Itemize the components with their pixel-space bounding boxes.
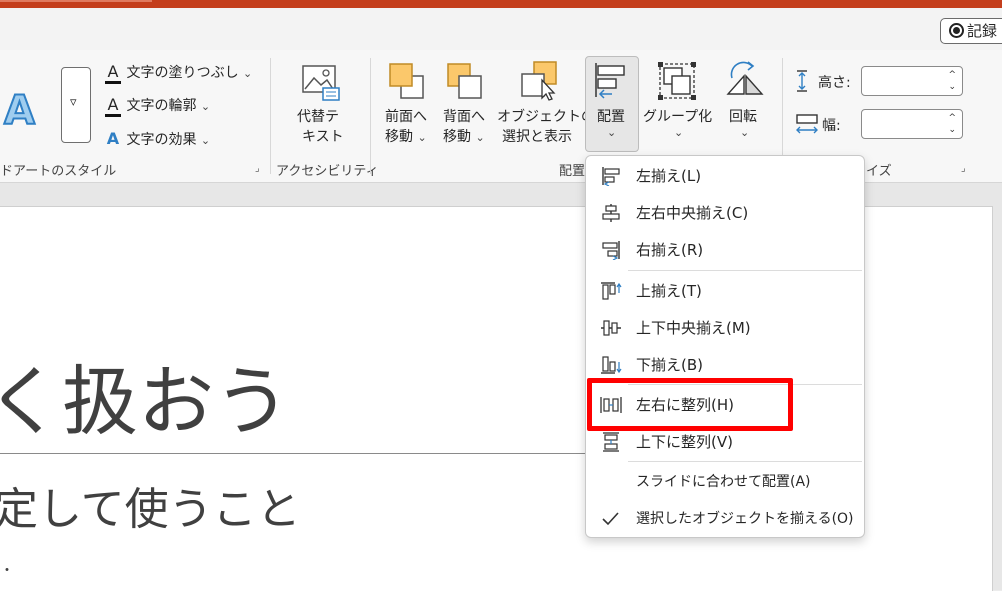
ribbon-tabs-area <box>0 8 1002 50</box>
align-right-icon <box>602 241 620 260</box>
width-label: 幅: <box>822 118 841 134</box>
bring-forward-label-1: 前面へ <box>385 109 427 125</box>
chevron-down-icon: ⌄ <box>740 126 750 139</box>
rotate-label: 回転 <box>729 109 757 125</box>
dialog-launcher-icon[interactable]: ⌟ <box>961 163 966 174</box>
alt-text-icon <box>302 65 340 101</box>
send-backward-label-1: 背面へ <box>443 109 485 125</box>
menu-item-align-to-slide[interactable]: スライドに合わせて配置(A) <box>586 464 864 498</box>
check-icon <box>602 512 619 526</box>
alt-text-label-1: 代替テ <box>297 109 339 125</box>
record-button[interactable]: 記録 <box>940 18 1002 44</box>
align-label: 配置 <box>597 109 625 125</box>
chevron-down-icon: ⌄ <box>243 67 253 80</box>
arrange-group-label: 配置 <box>559 164 586 179</box>
chevron-down-icon: ⌄ <box>607 126 617 139</box>
menu-item-label: 上下中央揃え(M) <box>636 319 751 337</box>
chevron-down-icon: ⌄ <box>200 100 211 113</box>
distribute-vertical-icon <box>603 432 619 452</box>
align-icon <box>592 60 632 100</box>
text-outline-button[interactable]: A 文字の輪郭 ⌄ <box>104 95 211 117</box>
menu-item-label: 選択したオブジェクトを揃える(O) <box>636 511 854 527</box>
menu-item-label: 左揃え(L) <box>636 167 702 185</box>
menu-item-label: 右揃え(R) <box>636 241 704 259</box>
record-icon <box>949 23 964 38</box>
send-backward-button[interactable] <box>444 62 488 102</box>
text-fill-label: 文字の塗りつぶし <box>126 65 239 81</box>
align-center-icon <box>602 204 620 222</box>
menu-item-align-left[interactable]: 左揃え(L) <box>586 158 864 192</box>
text-outline-icon: A <box>104 95 122 117</box>
menu-item-align-top[interactable]: 上揃え(T) <box>586 273 864 307</box>
rotate-icon <box>726 61 764 95</box>
size-group-label: イズ <box>866 164 892 179</box>
record-label: 記録 <box>967 22 998 40</box>
group-button[interactable] <box>656 60 700 102</box>
send-backward-label-2: 移動 ⌄ <box>443 129 485 145</box>
text-effects-icon: A <box>106 129 120 148</box>
slide-bullet: ・ <box>0 563 14 579</box>
height-label: 高さ: <box>818 75 851 91</box>
slide-subtitle[interactable]: 定して使うこと <box>0 473 301 537</box>
selection-pane-label-2: 選択と表示 <box>502 129 572 145</box>
text-effects-button[interactable]: A 文字の効果 ⌄ <box>104 129 210 149</box>
active-tab-indicator <box>0 0 152 2</box>
text-fill-icon: A <box>104 62 122 84</box>
chevron-down-icon: ⌄ <box>674 126 684 139</box>
bring-forward-button[interactable] <box>386 62 430 102</box>
menu-item-align-center[interactable]: 左右中央揃え(C) <box>586 195 864 229</box>
wordart-gallery-more-button[interactable]: ▿ <box>61 67 91 143</box>
alt-text-button[interactable] <box>297 62 345 104</box>
chevron-down-icon: ⌄ <box>200 134 211 147</box>
alt-text-label-2: キスト <box>302 129 344 145</box>
group-separator <box>270 58 271 174</box>
menu-item-align-right[interactable]: 右揃え(R) <box>586 232 864 266</box>
wordart-group-label: ドアートのスタイル <box>0 164 117 179</box>
menu-separator <box>628 270 862 271</box>
slide-divider <box>0 453 585 454</box>
menu-item-label: 左右中央揃え(C) <box>636 204 749 222</box>
height-input[interactable]: ^ ⌄ <box>861 66 963 96</box>
accessibility-group-label: アクセシビリティ <box>276 164 379 179</box>
menu-item-label: 下揃え(B) <box>636 356 703 374</box>
spinner-arrows-icon[interactable]: ^ ⌄ <box>948 112 956 136</box>
selection-pane-label-1: オブジェクトの <box>497 109 595 125</box>
gallery-more-icon: ▿ <box>70 95 77 110</box>
send-backward-icon <box>447 63 482 99</box>
menu-item-align-middle[interactable]: 上下中央揃え(M) <box>586 310 864 344</box>
align-dropdown-menu: 左揃え(L) 左右中央揃え(C) 右揃え(R) 上揃え(T) 上下中央揃え(M)… <box>585 155 865 538</box>
align-middle-icon <box>601 320 621 336</box>
rotate-button[interactable] <box>722 58 766 100</box>
menu-item-label: 上揃え(T) <box>636 282 702 300</box>
spinner-arrows-icon[interactable]: ^ ⌄ <box>948 69 956 93</box>
selection-pane-button[interactable] <box>518 60 562 102</box>
wordart-style-preview[interactable]: A <box>3 87 36 135</box>
menu-item-align-selected-objects[interactable]: 選択したオブジェクトを揃える(O) <box>586 501 864 535</box>
width-input[interactable]: ^ ⌄ <box>861 109 963 139</box>
group-separator <box>370 58 371 174</box>
menu-item-align-bottom[interactable]: 下揃え(B) <box>586 347 864 381</box>
selection-pane-icon <box>521 61 557 101</box>
group-label: グループ化 <box>643 109 713 125</box>
align-left-icon <box>602 167 620 186</box>
highlight-box <box>587 378 793 431</box>
align-bottom-icon <box>601 356 622 374</box>
menu-separator <box>628 461 862 462</box>
dialog-launcher-icon[interactable]: ⌟ <box>255 163 260 174</box>
text-outline-label: 文字の輪郭 <box>126 98 197 114</box>
bring-forward-icon <box>389 63 424 99</box>
menu-item-label: スライドに合わせて配置(A) <box>636 474 811 490</box>
menu-item-label: 上下に整列(V) <box>636 433 733 451</box>
text-fill-button[interactable]: A 文字の塗りつぶし ⌄ <box>104 62 253 84</box>
align-top-icon <box>601 282 622 300</box>
height-icon <box>794 68 818 94</box>
group-icon <box>658 62 696 100</box>
text-effects-label: 文字の効果 <box>126 132 197 148</box>
slide-title[interactable]: く扱おう <box>0 340 290 450</box>
bring-forward-label-2: 移動 ⌄ <box>385 129 427 145</box>
width-icon <box>794 110 820 136</box>
